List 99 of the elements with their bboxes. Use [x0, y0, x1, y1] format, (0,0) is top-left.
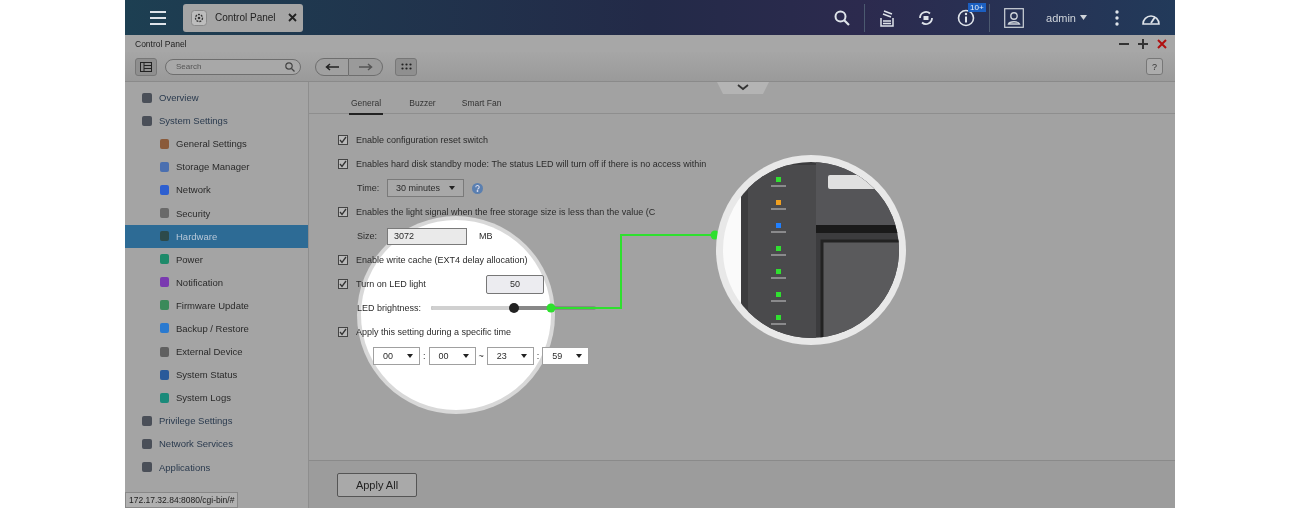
- time-separator: ~: [478, 351, 484, 361]
- category-icon: [142, 438, 152, 449]
- checkbox-label: Apply this setting during a specific time: [356, 327, 512, 337]
- sidebar-item[interactable]: Security: [125, 201, 308, 225]
- layout-icon: [140, 61, 152, 72]
- sidebar-toggle-button[interactable]: [135, 57, 157, 76]
- close-icon[interactable]: [1157, 38, 1167, 49]
- category-icon: [142, 462, 152, 473]
- sidebar-item[interactable]: Firmware Update: [125, 293, 308, 317]
- unit-label: MB: [479, 231, 493, 241]
- caret-icon: [449, 186, 455, 190]
- sidebar-item[interactable]: Privilege Settings: [125, 409, 308, 433]
- category-icon: [142, 415, 152, 426]
- stack-icon[interactable]: [879, 8, 896, 27]
- window-title: Control Panel: [135, 38, 187, 49]
- search-icon[interactable]: [834, 9, 851, 26]
- caret-icon: [407, 354, 413, 358]
- time-dropdown[interactable]: 00: [428, 347, 476, 365]
- sidebar-item[interactable]: General Settings: [125, 132, 308, 156]
- time-dropdown[interactable]: 00: [373, 347, 420, 365]
- status-url: 172.17.32.84:8080/cgi-bin/#: [125, 492, 239, 508]
- settings-item-icon: [160, 277, 169, 288]
- caret-icon[interactable]: [1080, 15, 1087, 20]
- time-separator: :: [423, 351, 426, 361]
- category-icon: [142, 92, 152, 103]
- left-arrow-icon: [325, 62, 339, 71]
- grid-icon: [400, 63, 412, 70]
- checkbox[interactable]: [338, 207, 348, 217]
- settings-item-icon: [160, 161, 169, 172]
- app-tab-label: Control Panel: [215, 12, 277, 23]
- app-tab[interactable]: Control Panel: [183, 3, 303, 32]
- time-dropdown[interactable]: 30 minutes: [387, 179, 464, 197]
- slider-thumb[interactable]: [508, 303, 519, 313]
- caret-icon: [462, 354, 469, 358]
- time-separator: :: [536, 351, 540, 361]
- sidebar-item[interactable]: Storage Manager: [125, 155, 308, 179]
- settings-item-icon: [160, 184, 169, 195]
- close-icon[interactable]: [288, 13, 297, 22]
- sidebar-item[interactable]: System Logs: [125, 386, 308, 410]
- sidebar-item[interactable]: Backup / Restore: [125, 316, 308, 341]
- sidebar-item[interactable]: Hardware: [125, 224, 308, 248]
- sidebar-item[interactable]: Applications: [125, 455, 308, 479]
- time-dropdown[interactable]: 59: [542, 347, 590, 365]
- tab[interactable]: Buzzer: [409, 98, 436, 113]
- apply-all-button[interactable]: Apply All: [337, 472, 417, 497]
- checkbox-label: Enable configuration reset switch: [356, 135, 489, 145]
- more-icon[interactable]: [1115, 9, 1119, 26]
- menu-icon[interactable]: [149, 9, 167, 26]
- checkbox-label: Enables hard disk standby mode: The status LED will turn off if there is no access within: [356, 159, 707, 169]
- settings-item-icon: [160, 300, 169, 311]
- sidebar-item[interactable]: Power: [125, 247, 308, 271]
- help-icon[interactable]: [472, 182, 483, 194]
- tab[interactable]: Smart Fan: [461, 98, 502, 113]
- apps-button[interactable]: [395, 57, 417, 76]
- search-field[interactable]: Search: [165, 58, 301, 75]
- field-label: Time:: [357, 183, 379, 193]
- sidebar-item[interactable]: System Settings: [125, 109, 308, 133]
- settings-item-icon: [160, 138, 169, 149]
- settings-item-icon: [160, 208, 169, 218]
- brightness-slider[interactable]: [431, 306, 596, 310]
- sidebar-item[interactable]: Network: [125, 178, 308, 202]
- settings-item-icon: [160, 392, 169, 403]
- sync-icon[interactable]: [917, 8, 936, 27]
- collapse-handle[interactable]: [717, 82, 769, 94]
- maximize-icon[interactable]: [1138, 38, 1148, 49]
- info-icon[interactable]: [957, 8, 976, 27]
- settings-item-icon: [160, 346, 169, 357]
- sidebar-item[interactable]: System Status: [125, 363, 308, 387]
- checkbox[interactable]: [338, 159, 348, 169]
- caret-icon: [576, 354, 583, 358]
- checkbox[interactable]: [338, 135, 348, 145]
- slider-label: LED brightness:: [357, 303, 423, 313]
- sidebar-item[interactable]: Network Services: [125, 432, 308, 456]
- user-menu[interactable]: admin: [1046, 11, 1076, 24]
- field-label: Size:: [357, 231, 378, 241]
- checkbox[interactable]: [338, 255, 348, 265]
- checkbox-label: Enables the light signal when the free storage size is less than the value (C: [356, 207, 656, 217]
- settings-item-icon: [160, 231, 169, 242]
- checkbox[interactable]: [338, 279, 348, 289]
- search-icon: [285, 61, 295, 72]
- caret-icon: [520, 354, 527, 358]
- checkbox-label: Turn on LED light: [356, 279, 427, 289]
- tab[interactable]: General: [349, 98, 384, 115]
- right-arrow-icon: [358, 62, 373, 71]
- size-field[interactable]: 3072: [387, 227, 467, 245]
- sidebar-item[interactable]: External Device: [125, 340, 308, 364]
- user-icon[interactable]: [1004, 7, 1025, 28]
- back-button[interactable]: [315, 57, 349, 76]
- settings-item-icon: [160, 323, 169, 334]
- time-dropdown[interactable]: 23: [486, 347, 534, 365]
- help-button[interactable]: ?: [1146, 58, 1163, 75]
- settings-item-icon: [160, 369, 169, 380]
- checkbox[interactable]: [338, 327, 348, 337]
- sidebar-item[interactable]: Notification: [125, 270, 308, 294]
- notification-badge: 10+: [968, 2, 986, 12]
- category-icon: [142, 115, 152, 126]
- gear-icon: [191, 9, 207, 26]
- settings-item-icon: [160, 254, 169, 265]
- sidebar-item[interactable]: Overview: [125, 86, 308, 110]
